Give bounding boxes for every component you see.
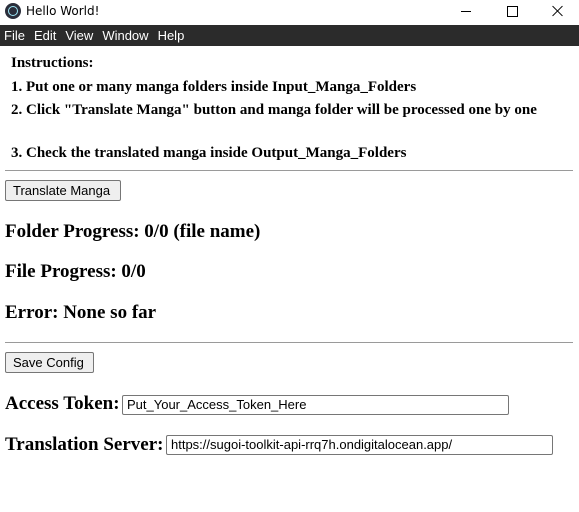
divider [5, 342, 573, 343]
menu-view[interactable]: View [61, 28, 98, 43]
menu-edit[interactable]: Edit [30, 28, 61, 43]
instruction-step-3: 3. Check the translated manga inside Out… [11, 145, 407, 161]
maximize-icon [506, 5, 518, 17]
close-button[interactable] [535, 0, 579, 22]
access-token-label: Access Token: [5, 393, 120, 414]
translation-server-input[interactable]: https://sugoi-toolkit-api-rrq7h.ondigita… [166, 435, 553, 455]
instructions-heading: Instructions: [11, 55, 94, 71]
folder-progress: Folder Progress: 0/0 (file name) [5, 221, 261, 242]
error-status: Error: None so far [5, 302, 157, 323]
divider [5, 170, 573, 171]
menu-file[interactable]: File [0, 28, 30, 43]
minimize-button[interactable] [443, 0, 489, 22]
close-icon [552, 5, 564, 17]
instruction-step-1: 1. Put one or many manga folders inside … [11, 79, 417, 95]
window-title: Hello World! [26, 4, 100, 18]
file-progress: File Progress: 0/0 [5, 261, 146, 282]
electron-app-icon [5, 3, 21, 19]
menu-window[interactable]: Window [98, 28, 153, 43]
instruction-step-2: 2. Click "Translate Manga" button and ma… [11, 102, 537, 118]
access-token-input[interactable]: Put_Your_Access_Token_Here [122, 395, 509, 415]
minimize-icon [461, 10, 471, 12]
save-config-button[interactable]: Save Config [5, 352, 94, 373]
maximize-button[interactable] [489, 0, 535, 22]
menu-help[interactable]: Help [154, 28, 190, 43]
translation-server-label: Translation Server: [5, 434, 164, 455]
menu-bar: File Edit View Window Help [0, 25, 579, 46]
translate-manga-button[interactable]: Translate Manga [5, 180, 121, 201]
title-bar: Hello World! [0, 0, 579, 24]
